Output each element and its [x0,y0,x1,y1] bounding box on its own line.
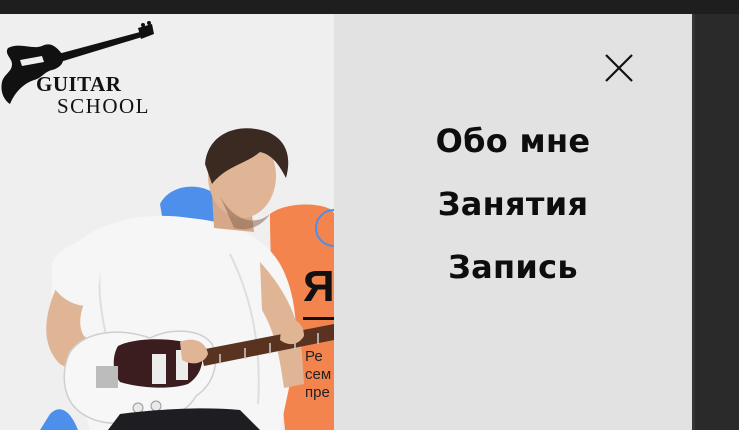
mobile-menu-panel: Обо мне Занятия Запись [334,14,692,430]
hero-text-line-3: пре [305,384,330,401]
menu-item-lessons[interactable]: Занятия [334,185,692,248]
menu-item-signup[interactable]: Запись [334,248,692,311]
close-icon [605,54,633,82]
scrollbar-edge [692,14,695,430]
hero-heading-peek: Я [303,262,334,311]
top-bar [0,0,739,14]
menu-nav: Обо мне Занятия Запись [334,122,692,311]
hero-text-line-2: сем [305,366,332,383]
close-menu-button[interactable] [602,51,636,85]
hero-photo-guitarist [40,128,334,430]
hero-text-line-1: Ре [305,348,323,365]
site-viewport: GUITAR SCHOOL Я Ре сем пре Обо мне Занят… [0,14,692,430]
site-logo[interactable]: GUITAR SCHOOL [0,20,170,118]
menu-item-about[interactable]: Обо мне [334,122,692,185]
window-scrollbar-area[interactable] [692,14,739,430]
hero-section: GUITAR SCHOOL Я Ре сем пре [0,14,334,430]
